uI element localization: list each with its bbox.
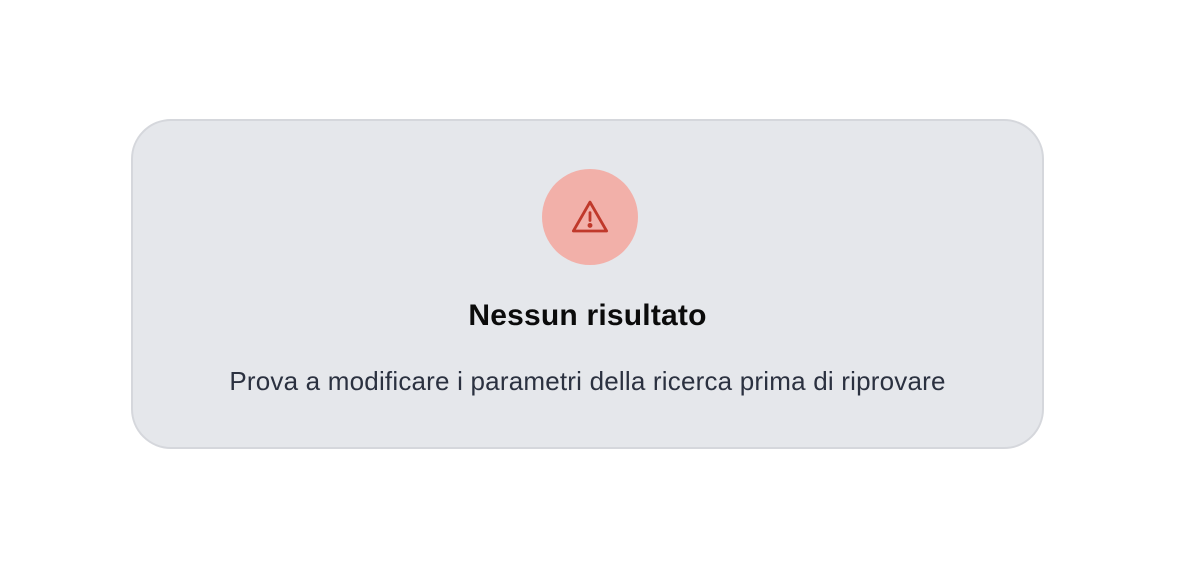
warning-icon-badge bbox=[542, 169, 638, 265]
warning-icon bbox=[571, 200, 609, 233]
empty-state-card: Nessun risultato Prova a modificare i pa… bbox=[131, 119, 1044, 449]
empty-state-message: Prova a modificare i parametri della ric… bbox=[229, 366, 946, 396]
empty-state-title: Nessun risultato bbox=[468, 299, 707, 332]
